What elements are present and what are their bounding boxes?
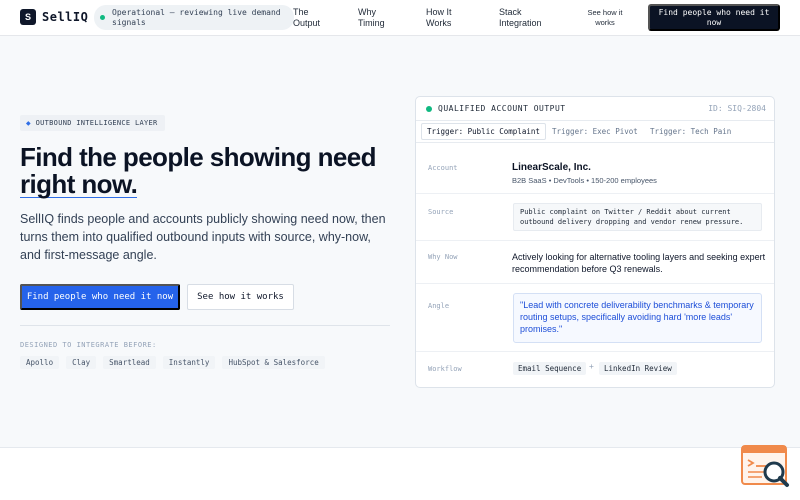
account-name: LinearScale, Inc. — [512, 162, 591, 173]
integrations-label: DESIGNED TO INTEGRATE BEFORE: — [20, 341, 157, 349]
diamond-icon: ◆ — [26, 120, 31, 127]
nav-why-timing[interactable]: Why Timing — [358, 7, 398, 29]
headline-line-1: Find the people showing need — [20, 142, 376, 172]
hero-description: SellIQ finds people and accounts publicl… — [20, 212, 386, 262]
nav-see-how-it-works[interactable]: See how it works — [582, 8, 628, 28]
trigger-tabs: Trigger: Public Complaint Trigger: Exec … — [416, 121, 774, 143]
eyebrow-text: OUTBOUND INTELLIGENCE LAYER — [35, 119, 158, 127]
integration-smartlead: Smartlead — [103, 356, 156, 369]
eyebrow-badge: ◆ OUTBOUND INTELLIGENCE LAYER — [20, 115, 165, 131]
integrations-list: Apollo Clay Smartlead Instantly HubSpot … — [20, 356, 332, 369]
why-now-text: Actively looking for alternative tooling… — [512, 252, 766, 274]
row-divider — [416, 240, 774, 241]
tab-tech-pain[interactable]: Trigger: Tech Pain — [645, 126, 736, 137]
top-navbar: S SellIQ Operational — reviewing live de… — [0, 0, 800, 36]
workflow-linkedin-review: LinkedIn Review — [599, 362, 677, 375]
nav-stack-integration[interactable]: Stack Integration — [499, 7, 559, 29]
divider — [20, 325, 390, 326]
workflow-plus: + — [589, 362, 594, 371]
brand-name: SellIQ — [42, 10, 89, 24]
logo[interactable]: S SellIQ — [20, 9, 88, 25]
account-meta: B2B SaaS • DevTools • 150-200 employees — [512, 176, 657, 185]
status-pill: Operational — reviewing live demand sign… — [94, 5, 294, 30]
card-header: QUALIFIED ACCOUNT OUTPUT ID: SIQ-2804 — [416, 97, 774, 121]
status-text: Operational — reviewing live demand sign… — [112, 7, 281, 27]
qualified-account-card: QUALIFIED ACCOUNT OUTPUT ID: SIQ-2804 Tr… — [415, 96, 775, 388]
logo-mark-icon: S — [20, 9, 36, 25]
workflow-label: Workflow — [428, 365, 462, 373]
integration-hubspot-salesforce: HubSpot & Salesforce — [222, 356, 325, 369]
why-now-label: Why Now — [428, 253, 458, 261]
account-label: Account — [428, 164, 458, 172]
source-label: Source — [428, 208, 454, 216]
angle-text: "Lead with concrete deliverability bench… — [513, 293, 762, 343]
integration-instantly: Instantly — [162, 356, 216, 369]
nav-how-it-works[interactable]: How It Works — [426, 7, 466, 29]
tab-public-complaint[interactable]: Trigger: Public Complaint — [421, 123, 546, 140]
workflow-email-sequence: Email Sequence — [513, 362, 587, 375]
see-how-it-works-button[interactable]: See how it works — [187, 284, 294, 310]
integration-clay: Clay — [66, 356, 97, 369]
headline-line-2: right now. — [20, 169, 138, 199]
next-section — [0, 448, 800, 500]
search-document-icon[interactable] — [740, 444, 792, 490]
angle-label: Angle — [428, 302, 450, 310]
row-divider — [416, 351, 774, 352]
header-cta-button[interactable]: Find people who need it now — [648, 4, 780, 31]
find-people-button[interactable]: Find people who need it now — [20, 284, 180, 310]
card-id: ID: SIQ-2804 — [708, 104, 766, 113]
row-divider — [416, 193, 774, 194]
status-dot-icon — [100, 15, 105, 20]
row-divider — [416, 283, 774, 284]
hero-headline: Find the people showing need right now. — [20, 144, 376, 198]
source-text: Public complaint on Twitter / Reddit abo… — [513, 203, 762, 231]
live-dot-icon — [426, 106, 432, 112]
integration-apollo: Apollo — [20, 356, 60, 369]
nav-the-output[interactable]: The Output — [293, 7, 338, 29]
tab-exec-pivot[interactable]: Trigger: Exec Pivot — [547, 126, 643, 137]
card-title: QUALIFIED ACCOUNT OUTPUT — [438, 104, 566, 113]
